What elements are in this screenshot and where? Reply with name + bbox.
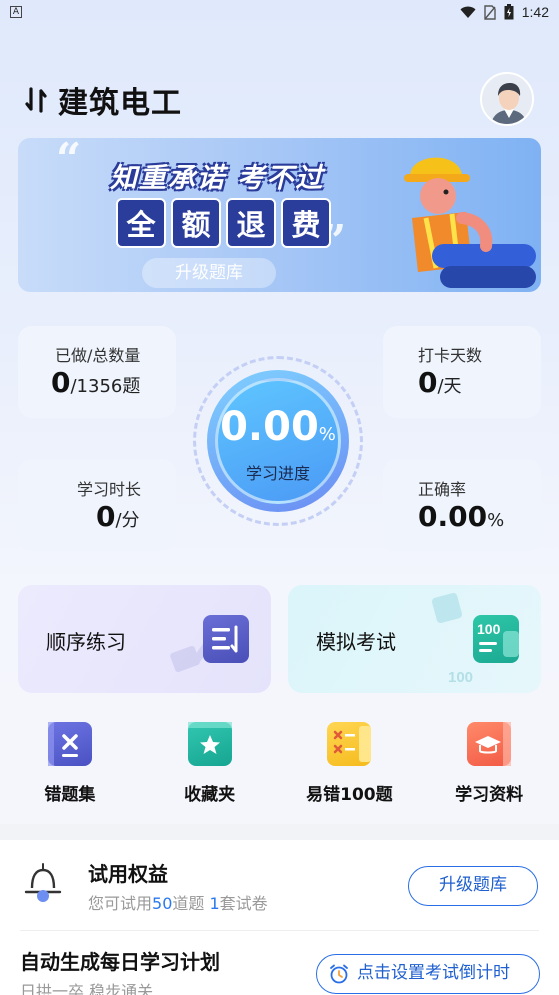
section-divider	[0, 824, 559, 840]
checkin-label: 打卡天数	[418, 346, 483, 365]
done-label: 已做/总数量	[55, 346, 141, 365]
mock-exam-label: 模拟考试	[316, 630, 396, 654]
notification-app-icon: A	[10, 6, 22, 18]
quick-label: 错题集	[44, 785, 96, 805]
banner-headline: 知重承诺 考不过	[110, 163, 325, 194]
wifi-icon	[460, 6, 476, 19]
bottom-panel: 试用权益 您可试用50道题 1套试卷 升级题库 自动生成每日学习计划 日拱一卒 …	[0, 840, 559, 995]
error-prone-icon	[327, 722, 372, 766]
quick-label: 学习资料	[455, 785, 524, 805]
duration-value: 0/分	[96, 500, 140, 533]
quick-item-favorites[interactable]: 收藏夹	[140, 720, 280, 810]
banner-char: 全	[116, 198, 166, 248]
banner-char: 退	[226, 198, 276, 248]
mock-exam-icon: 100	[473, 615, 519, 663]
sequential-practice-card[interactable]: 顺序练习	[18, 585, 271, 693]
status-bar: A 1:42	[0, 0, 559, 24]
avatar[interactable]	[480, 72, 534, 126]
accuracy-label: 正确率	[418, 480, 467, 499]
upgrade-button[interactable]: 升级题库	[408, 866, 538, 906]
sequential-practice-label: 顺序练习	[46, 630, 126, 654]
divider	[20, 930, 539, 931]
battery-icon	[504, 4, 514, 20]
quick-item-wrong-book[interactable]: 错题集	[0, 720, 140, 810]
open-quote-icon: “	[56, 138, 82, 185]
duration-label: 学习时长	[77, 480, 142, 499]
done-value: 0/1356题	[51, 366, 141, 399]
trial-title: 试用权益	[88, 862, 168, 886]
quick-entry-row: 错题集 收藏夹 易错100题 学习资料	[0, 720, 559, 810]
quick-label: 易错100题	[306, 785, 393, 805]
promo-banner[interactable]: “ ” 知重承诺 考不过 全 额 退 费 升级题库	[18, 138, 541, 292]
worker-illustration	[404, 157, 536, 288]
switch-subject-icon[interactable]	[24, 86, 48, 114]
favorites-icon	[187, 722, 232, 766]
banner-upgrade-button[interactable]: 升级题库	[142, 258, 276, 288]
trial-subtitle: 您可试用50道题 1套试卷	[88, 894, 268, 913]
checkin-value: 0/天	[418, 366, 462, 399]
note-decoration-icon	[431, 592, 463, 624]
no-sim-icon	[484, 4, 496, 20]
plan-title: 自动生成每日学习计划	[20, 950, 220, 974]
stat-card-checkin[interactable]	[383, 326, 541, 418]
quick-item-study-material[interactable]: 学习资料	[419, 720, 559, 810]
banner-char: 费	[281, 198, 331, 248]
study-material-icon	[467, 722, 512, 766]
bell-icon	[24, 863, 62, 902]
set-countdown-button[interactable]: 点击设置考试倒计时	[316, 954, 540, 994]
page-title[interactable]: 建筑电工	[58, 78, 182, 122]
progress-label: 学习进度	[245, 464, 310, 483]
mock-exam-card[interactable]: 模拟考试 100 100	[288, 585, 541, 693]
plan-subtitle: 日拱一卒 稳步通关	[20, 982, 154, 995]
clock-time: 1:42	[521, 4, 549, 20]
accuracy-value: 0.00%	[418, 500, 505, 533]
quick-item-error-prone[interactable]: 易错100题	[280, 720, 420, 810]
stats-panel: 已做/总数量 0/1356题 打卡天数 0/天 学习时长 0/分 正确率 0.0…	[18, 326, 541, 551]
mock-decoration-text: 100	[448, 669, 474, 686]
header: 建筑电工	[24, 78, 182, 122]
sequential-practice-icon	[203, 615, 249, 663]
set-countdown-label: 点击设置考试倒计时	[357, 963, 510, 983]
progress-value: 0.00%	[220, 404, 336, 450]
quick-label: 收藏夹	[184, 785, 236, 805]
banner-char: 额	[171, 198, 221, 248]
wrong-book-icon	[47, 722, 92, 766]
alarm-clock-icon	[330, 964, 348, 984]
